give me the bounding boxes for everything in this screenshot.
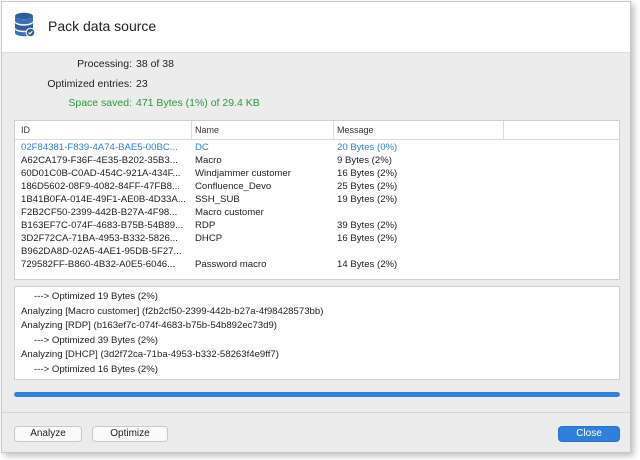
cell-id: F2B2CF50-2399-442B-B27A-4F98... (21, 207, 178, 218)
space-saved-value: 471 Bytes (1%) of 29.4 KB (136, 97, 260, 109)
cell-name: Macro (195, 155, 222, 166)
log-line: Analyzing [Macro customer] (f2b2cf50-239… (21, 305, 324, 317)
log-line: ---> Optimized 16 Bytes (2%) (34, 363, 158, 375)
processing-value: 38 of 38 (136, 58, 174, 70)
table-row[interactable]: 1B41B0FA-014E-49F1-AE0B-4D33A... SSH_SUB 1… (15, 194, 619, 207)
progress-fill (14, 392, 620, 397)
cell-id: A62CA179-F36F-4E35-B202-35B3... (21, 155, 178, 166)
cell-message: 16 Bytes (2%) (337, 233, 398, 244)
column-header-message[interactable]: Message (337, 125, 374, 135)
log-line: ---> Optimized 19 Bytes (2%) (34, 291, 158, 302)
cell-message: 25 Bytes (2%) (337, 181, 398, 192)
footer-divider (2, 412, 630, 413)
column-header-name[interactable]: Name (195, 125, 219, 135)
cell-name: RDP (195, 220, 216, 231)
database-icon (15, 12, 35, 38)
cell-id: 60D01C0B-C0AD-454C-921A-434F... (21, 168, 181, 179)
close-button[interactable]: Close (558, 426, 620, 442)
table-row[interactable]: B163EF7C-074F-4683-B75B-54B89... RDP 39 By… (15, 220, 619, 233)
dialog-title: Pack data source (48, 18, 157, 34)
table-row[interactable]: 3D2F72CA-71BA-4953-B332-5826... DHCP 16 By… (15, 233, 619, 246)
processing-row: Processing: 38 of 38 (2, 58, 302, 72)
cell-name: DHCP (195, 233, 223, 244)
analyze-button[interactable]: Analyze (14, 426, 82, 442)
table-row[interactable]: A62CA179-F36F-4E35-B202-35B3... Macro 9 By… (15, 155, 619, 168)
table-header: ID Name Message (15, 121, 619, 140)
table-row[interactable]: 02F84381-F839-4A74-BAE5-00BC... DC 20 Byte… (15, 142, 619, 155)
log-line: Analyzing [RDP] (b163ef7c-074f-4683-b75b… (21, 320, 278, 331)
column-divider[interactable] (191, 121, 192, 139)
space-saved-row: Space saved: 471 Bytes (1%) of 29.4 KB (2, 97, 302, 111)
cell-message: 39 Bytes (2%) (337, 220, 398, 231)
cell-id: 186D5602-08F9-4082-84FF-47FB8... (21, 181, 180, 192)
cell-id: B962DA8D-02A5-4AE1-95DB-5F27... (21, 246, 182, 257)
cell-name: Password macro (195, 259, 267, 270)
cell-message: 19 Bytes (2%) (337, 194, 398, 205)
log-line: Analyzing [DHCP] (3d2f72ca-71ba-4953-b33… (21, 349, 279, 360)
cell-message: 16 Bytes (2%) (337, 168, 398, 179)
space-saved-label: Space saved: (68, 97, 132, 109)
column-divider[interactable] (503, 121, 504, 139)
cell-id: 02F84381-F839-4A74-BAE5-00BC... (21, 142, 178, 153)
cell-message: 14 Bytes (2%) (337, 259, 398, 270)
log-line: ---> Optimized 39 Bytes (2%) (34, 334, 158, 346)
table-row[interactable]: 60D01C0B-C0AD-454C-921A-434F... Windjamme… (15, 168, 619, 181)
cell-name: Windjammer customer (195, 168, 291, 179)
optimized-entries-row: Optimized entries: 23 (2, 78, 302, 92)
optimize-button[interactable]: Optimize (92, 426, 168, 442)
progress-bar (14, 392, 620, 397)
table-row[interactable]: F2B2CF50-2399-442B-B27A-4F98... Macro cus… (15, 207, 619, 220)
optimized-entries-label: Optimized entries: (47, 78, 132, 90)
column-header-id[interactable]: ID (21, 125, 30, 135)
processing-label: Processing: (77, 58, 132, 70)
cell-name: SSH_SUB (195, 194, 240, 205)
table-row[interactable]: 186D5602-08F9-4082-84FF-47FB8... Confluen… (15, 181, 619, 194)
cell-message: 20 Bytes (0%) (337, 142, 398, 153)
cell-message: 9 Bytes (2%) (337, 155, 392, 166)
cell-id: 1B41B0FA-014E-49F1-AE0B-4D33A... (21, 194, 186, 205)
table-row[interactable]: 729582FF-B860-4B32-A0E5-6046... Password … (15, 259, 619, 272)
entries-table: ID Name Message 02F84381-F839-4A74-BAE5-… (14, 120, 620, 280)
cell-id: B163EF7C-074F-4683-B75B-54B89... (21, 220, 184, 231)
cell-name: DC (195, 142, 209, 153)
pack-data-source-dialog: Pack data source Processing: 38 of 38 Op… (1, 1, 631, 453)
cell-id: 3D2F72CA-71BA-4953-B332-5826... (21, 233, 178, 244)
column-divider[interactable] (333, 121, 334, 139)
cell-name: Macro customer (195, 207, 264, 218)
cell-name: Confluence_Devo (195, 181, 272, 192)
optimized-entries-value: 23 (136, 78, 148, 90)
table-row[interactable]: B962DA8D-02A5-4AE1-95DB-5F27... (15, 246, 619, 259)
cell-id: 729582FF-B860-4B32-A0E5-6046... (21, 259, 176, 270)
dialog-header: Pack data source (2, 2, 630, 53)
log-output: ---> Optimized 19 Bytes (2%) Analyzing [M… (14, 286, 620, 380)
